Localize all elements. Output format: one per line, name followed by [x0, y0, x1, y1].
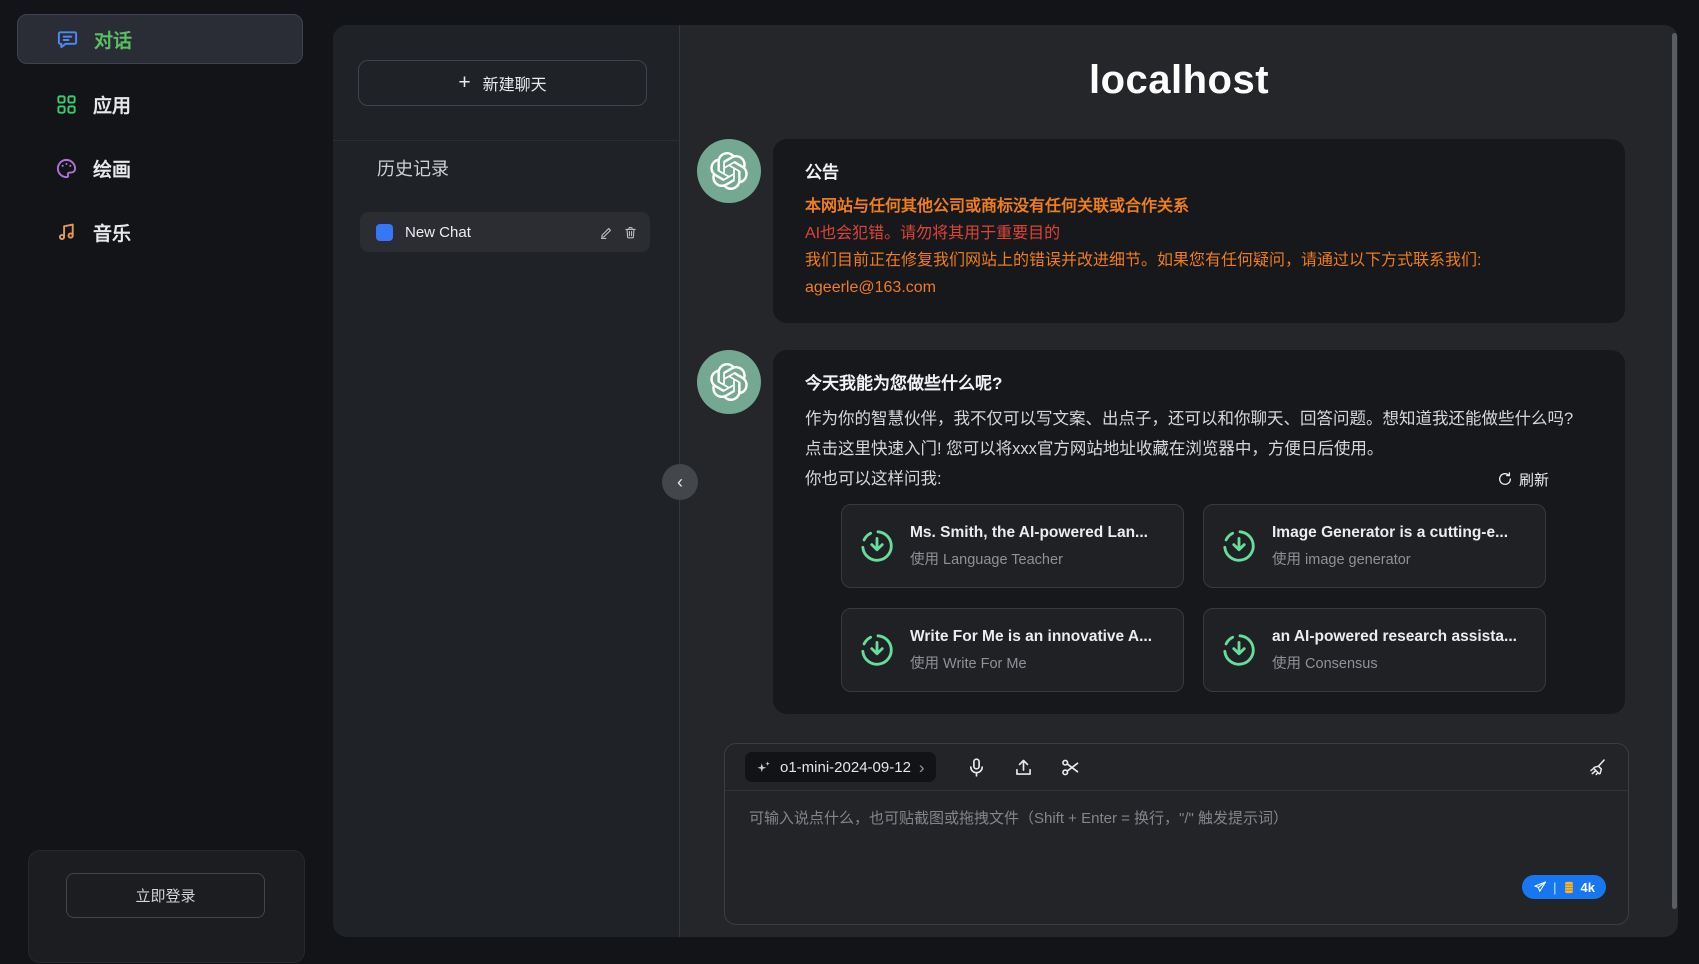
- token-coin-icon: [1563, 881, 1575, 894]
- notice-email: ageerle@163.com: [805, 274, 1593, 301]
- chevron-left-icon: ‹: [677, 472, 683, 493]
- grid-icon: [55, 93, 78, 116]
- scissors-button[interactable]: [1060, 757, 1081, 778]
- suggestion-card[interactable]: Write For Me is an innovative A... 使用 Wr…: [841, 608, 1184, 692]
- welcome-bubble: 今天我能为您做些什么呢? 作为你的智慧伙伴，我不仅可以写文案、出点子，还可以和你…: [773, 350, 1625, 714]
- history-item-title: New Chat: [405, 224, 599, 241]
- ask-hint: 你也可以这样问我:: [805, 464, 942, 494]
- install-plugin-icon: [858, 527, 896, 565]
- install-plugin-icon: [1220, 631, 1258, 669]
- openai-logo-icon: [710, 363, 748, 401]
- chat-main: localhost 公告 本网站与任何其他公司或商标没有任何关联或合作关系 AI…: [680, 25, 1678, 937]
- suggestion-grid: Ms. Smith, the AI-powered Lan... 使用 Lang…: [841, 504, 1549, 692]
- upload-image-button[interactable]: [1013, 757, 1034, 778]
- delete-icon[interactable]: [623, 225, 638, 240]
- install-plugin-icon: [1220, 527, 1258, 565]
- notice-bubble: 公告 本网站与任何其他公司或商标没有任何关联或合作关系 AI也会犯错。请勿将其用…: [773, 139, 1625, 323]
- assistant-avatar: [697, 350, 761, 414]
- edit-icon[interactable]: [599, 225, 614, 240]
- chat-color-square-icon: [376, 224, 393, 241]
- send-icon: [1533, 880, 1547, 894]
- input-zone: | 4k: [725, 791, 1628, 925]
- sidebar-item-label: 绘画: [93, 155, 131, 182]
- login-card: 立即登录: [28, 850, 305, 963]
- model-name: o1-mini-2024-09-12: [780, 759, 911, 776]
- suggestion-card[interactable]: Ms. Smith, the AI-powered Lan... 使用 Lang…: [841, 504, 1184, 588]
- composer-toolbar: o1-mini-2024-09-12 ›: [725, 744, 1628, 791]
- token-count: 4k: [1581, 880, 1595, 895]
- refresh-icon: [1497, 471, 1513, 487]
- clear-context-button[interactable]: [1587, 757, 1608, 778]
- sidebar-item-apps[interactable]: 应用: [17, 82, 303, 126]
- welcome-title: 今天我能为您做些什么呢?: [805, 370, 1593, 398]
- sidebar-item-label: 应用: [93, 91, 131, 118]
- composer: o1-mini-2024-09-12 ›: [724, 743, 1629, 925]
- welcome-body: 作为你的智慧伙伴，我不仅可以写文案、出点子，还可以和你聊天、回答问题。想知道我还…: [805, 404, 1593, 464]
- page-title: localhost: [680, 58, 1678, 103]
- login-button[interactable]: 立即登录: [66, 873, 265, 918]
- history-title: 历史记录: [377, 155, 449, 181]
- badge-divider: |: [1553, 880, 1556, 895]
- collapse-sidebar-button[interactable]: ‹: [662, 464, 698, 500]
- model-selector[interactable]: o1-mini-2024-09-12 ›: [745, 752, 936, 782]
- openai-logo-icon: [710, 152, 748, 190]
- sidebar-item-chat[interactable]: 对话: [17, 14, 303, 64]
- microphone-button[interactable]: [966, 757, 987, 778]
- notice-line: AI也会犯错。请勿将其用于重要目的: [805, 220, 1593, 247]
- chat-input[interactable]: [725, 791, 1628, 883]
- chevron-right-icon: ›: [919, 759, 925, 776]
- notice-title: 公告: [805, 159, 1593, 187]
- list-divider: [333, 140, 679, 141]
- music-note-icon: [55, 221, 78, 244]
- sidebar-item-music[interactable]: 音乐: [17, 210, 303, 254]
- suggestion-card[interactable]: Image Generator is a cutting-e... 使用 ima…: [1203, 504, 1546, 588]
- chat-list-panel: + 新建聊天 历史记录 New Chat: [333, 25, 680, 937]
- assistant-avatar: [697, 139, 761, 203]
- sparkle-icon: [756, 759, 772, 775]
- history-item-new-chat[interactable]: New Chat: [360, 212, 650, 252]
- notice-line: 本网站与任何其他公司或商标没有任何关联或合作关系: [805, 193, 1593, 220]
- notice-line: 我们目前正在修复我们网站上的错误并改进细节。如果您有任何疑问，请通过以下方式联系…: [805, 247, 1593, 274]
- sidebar-item-label: 对话: [94, 26, 132, 53]
- send-token-badge[interactable]: | 4k: [1522, 875, 1606, 899]
- suggestion-card[interactable]: an AI-powered research assista... 使用 Con…: [1203, 608, 1546, 692]
- new-chat-button[interactable]: + 新建聊天: [358, 60, 647, 106]
- chat-bubble-icon: [56, 28, 79, 51]
- message-notice: 公告 本网站与任何其他公司或商标没有任何关联或合作关系 AI也会犯错。请勿将其用…: [697, 139, 1625, 323]
- install-plugin-icon: [858, 631, 896, 669]
- sidebar-item-drawing[interactable]: 绘画: [17, 146, 303, 190]
- message-welcome: 今天我能为您做些什么呢? 作为你的智慧伙伴，我不仅可以写文案、出点子，还可以和你…: [697, 350, 1625, 714]
- palette-icon: [55, 157, 78, 180]
- new-chat-label: 新建聊天: [483, 71, 547, 95]
- app-window: 对话 应用 绘画: [0, 0, 1699, 964]
- plus-icon: +: [458, 72, 470, 93]
- content-panel: + 新建聊天 历史记录 New Chat: [333, 25, 1678, 937]
- scrollbar[interactable]: [1672, 33, 1677, 909]
- sidebar-item-label: 音乐: [93, 219, 131, 246]
- refresh-button[interactable]: 刷新: [1497, 469, 1549, 490]
